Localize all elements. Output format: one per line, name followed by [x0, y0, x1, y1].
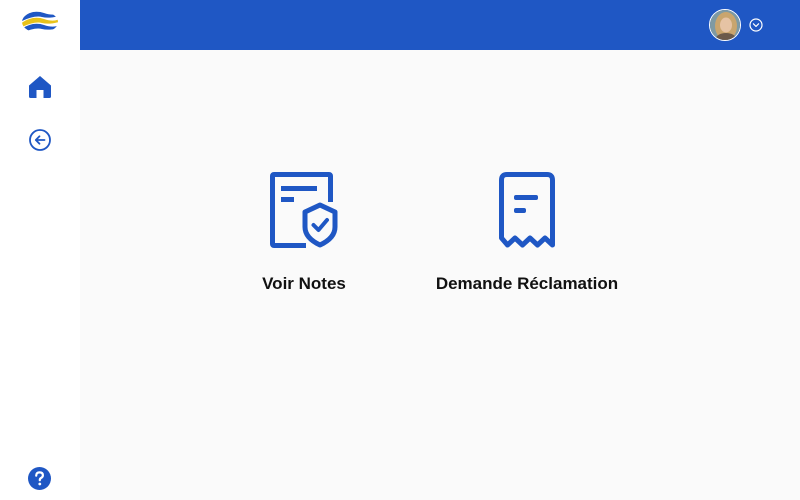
user-avatar[interactable] [709, 9, 741, 41]
card-label: Demande Réclamation [435, 274, 619, 293]
chevron-down-circle-icon [749, 18, 763, 36]
document-shield-check-icon [270, 172, 338, 255]
back-arrow-circle-icon [28, 128, 52, 157]
card-label: Voir Notes [262, 274, 346, 293]
receipt-icon [497, 172, 557, 255]
help-button[interactable] [28, 467, 51, 490]
question-circle-icon [28, 467, 51, 494]
sidebar-item-home[interactable] [25, 74, 55, 104]
account-menu-toggle[interactable] [749, 18, 763, 32]
top-bar [80, 0, 800, 50]
card-voir-notes[interactable]: Voir Notes [254, 172, 354, 294]
brand-logo-icon[interactable] [20, 9, 60, 35]
home-icon [27, 74, 53, 105]
sidebar [0, 0, 80, 500]
card-demande-reclamation[interactable]: Demande Réclamation [427, 172, 627, 294]
app: Voir Notes Demande Réclamation [0, 0, 800, 500]
sidebar-item-back[interactable] [25, 127, 55, 157]
